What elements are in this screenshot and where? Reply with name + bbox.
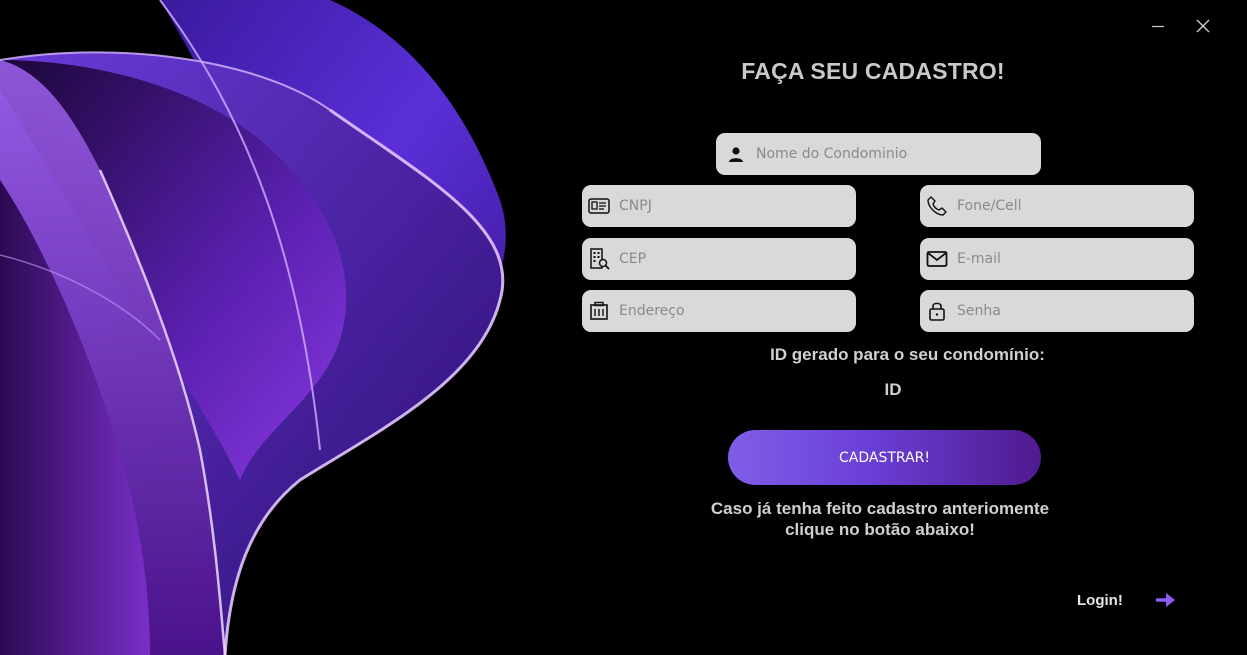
envelope-icon bbox=[925, 247, 949, 271]
user-icon bbox=[724, 142, 748, 166]
cep-field[interactable] bbox=[582, 238, 856, 280]
phone-field[interactable] bbox=[920, 185, 1194, 227]
password-input[interactable] bbox=[957, 303, 1167, 319]
password-field[interactable] bbox=[920, 290, 1194, 332]
close-button[interactable] bbox=[1189, 12, 1217, 40]
phone-icon bbox=[925, 194, 949, 218]
abstract-wave-artwork bbox=[0, 0, 560, 655]
phone-input[interactable] bbox=[957, 198, 1167, 214]
building-icon bbox=[587, 299, 611, 323]
close-icon bbox=[1196, 19, 1210, 33]
minimize-icon bbox=[1151, 19, 1165, 33]
login-hint: Caso já tenha feito cadastro anterioment… bbox=[660, 498, 1100, 540]
cnpj-input[interactable] bbox=[619, 198, 829, 214]
building-search-icon bbox=[587, 247, 611, 271]
login-hint-line2: clique no botão abaixo! bbox=[785, 520, 975, 539]
login-label: Login! bbox=[1077, 591, 1123, 609]
cep-input[interactable] bbox=[619, 251, 829, 267]
condo-name-input[interactable] bbox=[756, 146, 966, 162]
arrow-right-icon bbox=[1154, 591, 1178, 609]
page-title: FAÇA SEU CADASTRO! bbox=[741, 58, 1005, 84]
login-link[interactable]: Login! bbox=[1068, 588, 1188, 612]
register-window: FAÇA SEU CADASTRO! Nome do Condominio CN… bbox=[0, 0, 1247, 655]
condo-name-field[interactable] bbox=[716, 133, 1041, 175]
address-field[interactable] bbox=[582, 290, 856, 332]
lock-icon bbox=[925, 299, 949, 323]
login-hint-line1: Caso já tenha feito cadastro anterioment… bbox=[710, 499, 1050, 518]
id-label: ID gerado para o seu condomínio: bbox=[770, 345, 1045, 364]
minimize-button[interactable] bbox=[1144, 12, 1172, 40]
register-button[interactable]: CADASTRAR! bbox=[728, 430, 1041, 485]
email-input[interactable] bbox=[957, 251, 1167, 267]
address-input[interactable] bbox=[619, 303, 829, 319]
id-card-icon bbox=[587, 194, 611, 218]
email-field[interactable] bbox=[920, 238, 1194, 280]
cnpj-field[interactable] bbox=[582, 185, 856, 227]
generated-id-value: ID bbox=[884, 380, 902, 399]
